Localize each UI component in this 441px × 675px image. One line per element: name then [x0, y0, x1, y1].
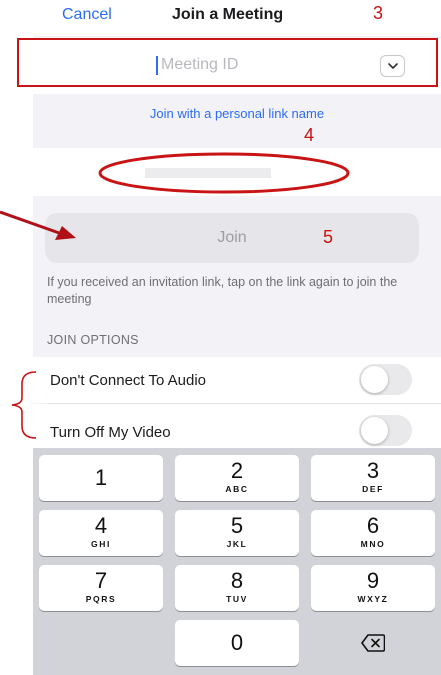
key-digit: 3: [366, 458, 380, 483]
key-7[interactable]: 7 PQRS: [39, 565, 163, 611]
annotation-number-5: 5: [323, 227, 334, 247]
key-digit: 1: [94, 465, 108, 490]
turn-off-video-toggle[interactable]: [359, 415, 412, 446]
join-with-personal-link-button[interactable]: Join with a personal link name: [33, 106, 441, 121]
key-4[interactable]: 4 GHI: [39, 510, 163, 556]
key-6[interactable]: 6 MNO: [311, 510, 435, 556]
key-2[interactable]: 2 ABC: [175, 455, 299, 501]
numeric-keypad: 1 2 ABC 3 DEF 4 GHI 5 JKL 6 MNO 7 PQRS 8…: [33, 448, 441, 675]
turn-off-video-label: Turn Off My Video: [50, 424, 171, 441]
key-digit: 9: [366, 568, 380, 593]
backspace-key[interactable]: [311, 620, 435, 666]
key-digit: 2: [230, 458, 244, 483]
key-letters: JKL: [226, 539, 248, 549]
key-8[interactable]: 8 TUV: [175, 565, 299, 611]
key-digit: 5: [230, 513, 244, 538]
key-digit: 6: [366, 513, 380, 538]
page-title: Join a Meeting: [172, 6, 284, 23]
cancel-button[interactable]: Cancel: [62, 6, 112, 24]
annotation-highlight-box: [17, 38, 438, 87]
key-9[interactable]: 9 WXYZ: [311, 565, 435, 611]
key-3[interactable]: 3 DEF: [311, 455, 435, 501]
key-digit: 8: [230, 568, 244, 593]
key-5[interactable]: 5 JKL: [175, 510, 299, 556]
key-letters: GHI: [91, 539, 111, 549]
annotation-number-3: 3: [373, 3, 384, 23]
toggle-knob: [361, 366, 388, 393]
key-digit: 4: [94, 513, 108, 538]
key-letters: TUV: [226, 594, 248, 604]
join-button[interactable]: Join: [45, 213, 419, 263]
toggle-knob: [361, 417, 388, 444]
join-options-heading: JOIN OPTIONS: [47, 333, 139, 347]
key-letters: PQRS: [85, 594, 117, 604]
key-digit: 7: [94, 568, 108, 593]
dont-connect-audio-label: Don't Connect To Audio: [50, 372, 207, 389]
dont-connect-audio-toggle[interactable]: [359, 364, 412, 395]
annotation-number-4: 4: [304, 125, 315, 145]
key-digit: 0: [230, 630, 244, 655]
key-letters: MNO: [360, 539, 386, 549]
redacted-text: [145, 168, 271, 178]
key-letters: DEF: [362, 484, 384, 494]
key-0[interactable]: 0: [175, 620, 299, 666]
invitation-hint-text: If you received an invitation link, tap …: [47, 275, 398, 306]
key-letters: WXYZ: [357, 594, 389, 604]
backspace-icon: [361, 634, 385, 652]
key-letters: ABC: [225, 484, 249, 494]
key-1[interactable]: 1: [39, 455, 163, 501]
join-button-label: Join: [217, 229, 247, 246]
